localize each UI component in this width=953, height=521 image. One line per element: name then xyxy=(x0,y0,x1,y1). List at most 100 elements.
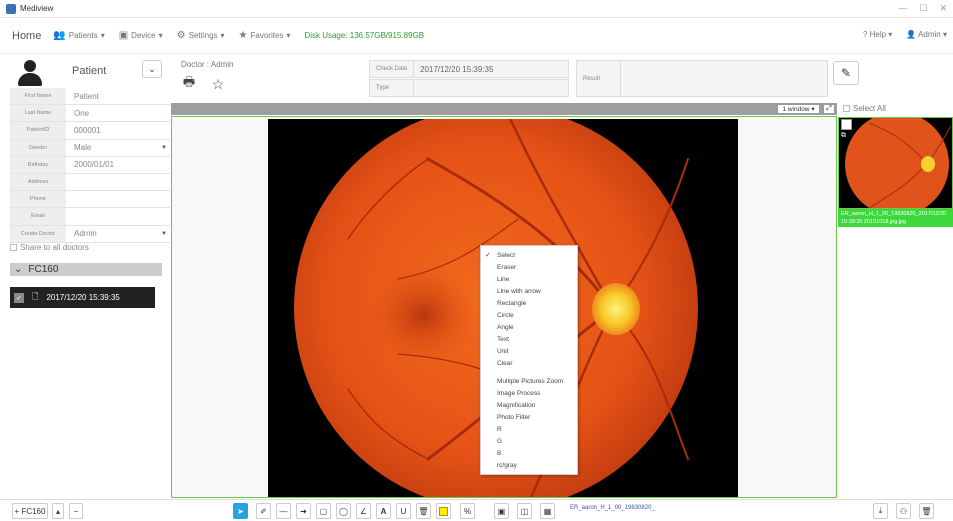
window-mode-value: 1 window xyxy=(782,105,810,113)
share-checkbox[interactable]: Share to all doctors xyxy=(10,243,89,252)
delete-button[interactable]: 🗑 xyxy=(919,503,934,519)
line-tool-button[interactable]: — xyxy=(276,503,291,519)
edit-button[interactable]: ✎ xyxy=(833,61,859,85)
address-field[interactable] xyxy=(66,174,170,190)
form-row-last-name: Last Name One xyxy=(10,105,170,123)
print-button[interactable]: 🖶 xyxy=(180,74,198,92)
menu-item-magnification[interactable]: Magnification xyxy=(481,399,577,411)
menu-item-clear[interactable]: Clear xyxy=(481,357,577,369)
first-name-field[interactable]: Patient xyxy=(66,88,170,104)
exam-list-item[interactable]: ✓ 🗋 2017/12/20 15:39:35 xyxy=(10,287,155,308)
grid-view-button[interactable]: ▦ xyxy=(540,503,555,519)
maximize-icon[interactable]: ☐ xyxy=(919,3,927,14)
gender-select[interactable]: Male ▼ xyxy=(66,140,170,156)
menu-item-select[interactable]: ✓ Select xyxy=(481,249,577,261)
patients-menu[interactable]: 👥 Patients ▾ xyxy=(53,30,104,41)
color-picker-button[interactable] xyxy=(436,503,451,519)
home-link[interactable]: Home xyxy=(12,30,41,42)
check-date-label: Check Date xyxy=(370,61,414,77)
eraser-tool-button[interactable]: ✐ xyxy=(256,503,271,519)
menu-item-line-with-arrow[interactable]: Line with arrow xyxy=(481,285,577,297)
context-menu: ✓ Select Eraser Line Line with arrow Rect… xyxy=(480,245,578,475)
grid-icon: ▦ xyxy=(543,506,552,516)
remove-button[interactable]: − xyxy=(69,503,83,519)
menu-item-text[interactable]: Text xyxy=(481,333,577,345)
device-group-header[interactable]: ⌄ FC160 xyxy=(10,263,162,276)
menu-item-r[interactable]: R xyxy=(481,423,577,435)
bottom-toolbar: + FC160 ▴ − ➤ ✐ — ➜ ▢ ◯ ∠ A U 🗑 % ▣ ◫ ▦ … xyxy=(0,499,953,521)
device-menu[interactable]: ▣ Device ▾ xyxy=(119,30,163,41)
patient-dropdown-button[interactable]: ⌄ xyxy=(142,60,162,78)
minimize-icon[interactable]: — xyxy=(898,3,907,14)
arrow-tool-button[interactable]: ➜ xyxy=(296,503,311,519)
compare-view-button[interactable]: ◫ xyxy=(517,503,532,519)
close-icon[interactable]: ✕ xyxy=(939,3,947,14)
single-view-button[interactable]: ▣ xyxy=(494,503,509,519)
file-icon: 🗋 xyxy=(32,291,39,301)
patient-id-field[interactable]: 000001 xyxy=(66,122,170,138)
patient-info-form: First Name Patient Last Name One PatientID… xyxy=(10,88,170,243)
color-swatch-icon xyxy=(439,506,448,516)
menu-item-rc-gray[interactable]: rc/gray xyxy=(481,459,577,471)
menu-item-g[interactable]: G xyxy=(481,435,577,447)
type-label: Type xyxy=(370,80,414,96)
field-label: First Name xyxy=(10,88,66,105)
admin-menu[interactable]: 👤 Admin ▾ xyxy=(906,30,947,39)
menu-item-label: Unit xyxy=(497,347,509,355)
unit-tool-button[interactable]: U xyxy=(396,503,411,519)
menu-item-image-process[interactable]: Image Process xyxy=(481,387,577,399)
checkmark-icon[interactable]: ✓ xyxy=(14,292,24,303)
checkbox-icon xyxy=(10,244,17,251)
user-export-button[interactable]: ⚇ xyxy=(896,503,911,519)
help-menu[interactable]: ? Help ▾ xyxy=(863,30,892,39)
type-field[interactable]: Type xyxy=(369,79,569,97)
settings-menu[interactable]: ⚙ Settings ▾ xyxy=(177,30,225,41)
menu-item-angle[interactable]: Angle xyxy=(481,321,577,333)
menu-item-multiple-pictures-zoom[interactable]: Multiple Pictures Zoom xyxy=(481,375,577,387)
help-label: Help xyxy=(869,30,887,39)
menu-item-photo-filter[interactable]: Photo Filter xyxy=(481,411,577,423)
menu-item-label: Clear xyxy=(497,359,513,367)
email-field[interactable] xyxy=(66,208,170,224)
select-tool-button[interactable]: ➤ xyxy=(233,503,248,519)
favorites-menu[interactable]: ★ Favorites ▾ xyxy=(239,30,291,41)
field-label: Last Name xyxy=(10,105,66,122)
current-file-name: ER_aaron_H_1_00_19830820_ xyxy=(570,505,655,511)
thumbnail-image[interactable] xyxy=(838,117,953,209)
angle-tool-button[interactable]: ∠ xyxy=(356,503,371,519)
select-all-checkbox[interactable]: Select All xyxy=(843,104,886,113)
collapse-up-button[interactable]: ▴ xyxy=(52,503,64,519)
star-icon: ★ xyxy=(238,30,248,41)
phone-field[interactable] xyxy=(66,191,170,207)
menu-item-label: G xyxy=(497,437,503,445)
favorite-button[interactable]: ☆ xyxy=(209,76,227,92)
unit-icon: U xyxy=(400,506,407,516)
last-name-field[interactable]: One xyxy=(66,105,170,121)
check-icon: ✓ xyxy=(485,252,491,259)
add-device-button[interactable]: + FC160 xyxy=(12,503,48,519)
text-tool-button[interactable]: A xyxy=(376,503,391,519)
thumbnail-checkbox[interactable] xyxy=(841,119,852,130)
menu-item-eraser[interactable]: Eraser xyxy=(481,261,577,273)
image-viewer[interactable]: ✓ Select Eraser Line Line with arrow Rect… xyxy=(171,116,837,498)
menu-item-rectangle[interactable]: Rectangle xyxy=(481,297,577,309)
circle-tool-button[interactable]: ◯ xyxy=(336,503,351,519)
menu-item-unit[interactable]: Unit xyxy=(481,345,577,357)
menu-item-line[interactable]: Line xyxy=(481,273,577,285)
device-icon: ▣ xyxy=(118,30,129,41)
fullscreen-button[interactable]: ⤢ xyxy=(823,104,835,114)
percent-tool-button[interactable]: % xyxy=(460,503,475,519)
result-field[interactable]: Result xyxy=(576,60,828,97)
birthday-field[interactable]: 2000/01/01 xyxy=(66,157,170,173)
menu-item-circle[interactable]: Circle xyxy=(481,309,577,321)
pencil-icon: ✎ xyxy=(840,66,852,80)
rectangle-tool-button[interactable]: ▢ xyxy=(316,503,331,519)
export-button[interactable]: ⤓ xyxy=(873,503,888,519)
create-doctor-select[interactable]: Admin ▼ xyxy=(66,226,170,242)
menu-item-b[interactable]: B xyxy=(481,447,577,459)
minus-icon: − xyxy=(73,506,79,516)
window-mode-select[interactable]: 1 window ▾ xyxy=(777,104,820,114)
open-external-icon[interactable]: ⧉ xyxy=(841,132,850,141)
clear-tool-button[interactable]: 🗑 xyxy=(416,503,431,519)
menu-item-label: B xyxy=(497,449,502,457)
